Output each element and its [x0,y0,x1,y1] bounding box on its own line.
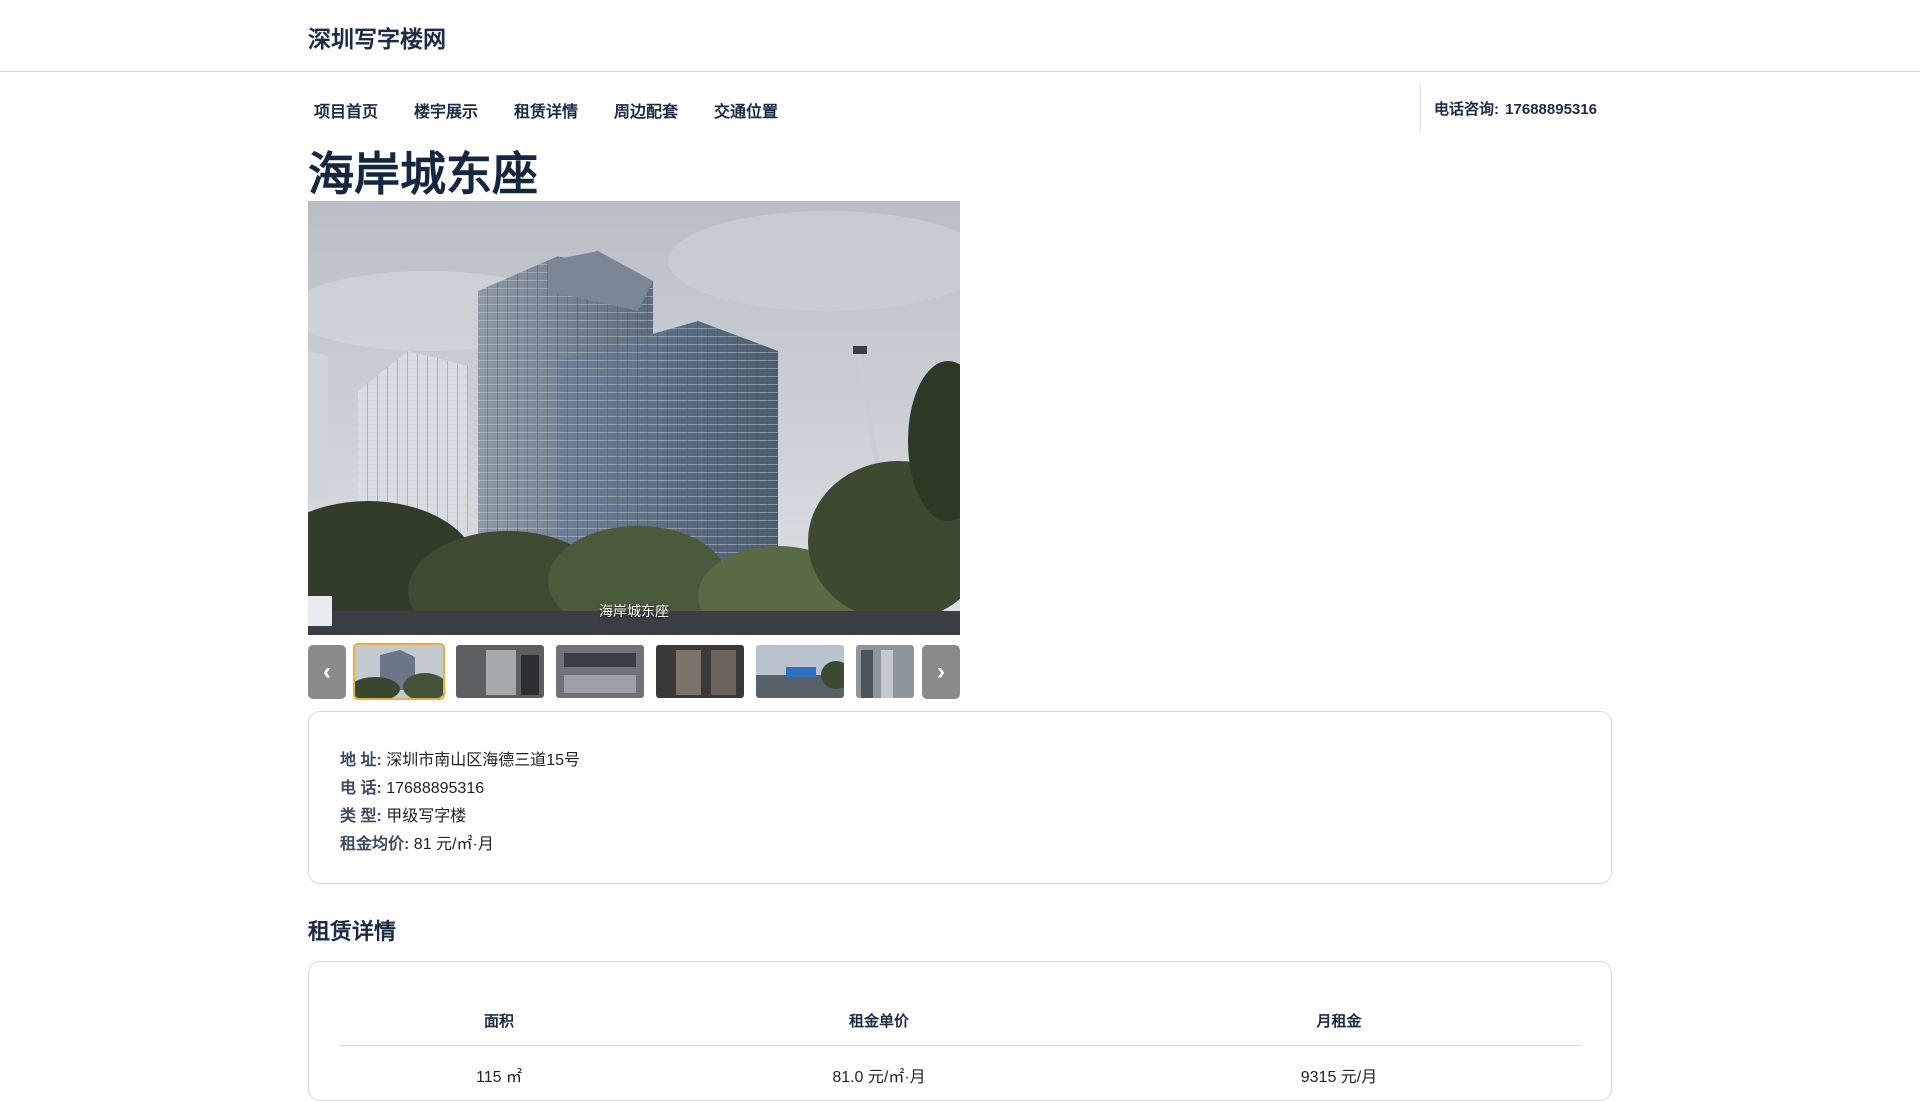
nav-divider [1420,84,1421,132]
rental-section-title: 租赁详情 [308,919,397,944]
main-photo[interactable]: 海岸城东座 [308,201,960,635]
info-address-value: 深圳市南山区海德三道15号 [386,752,581,769]
info-phone-label: 电 话: [340,780,382,797]
site-logo-text[interactable]: 深圳写字楼网 [308,20,446,54]
info-address-label: 地 址: [340,752,382,769]
thumbnail-item[interactable] [556,645,644,698]
table-divider [340,1045,1582,1046]
phone-consult[interactable]: 电话咨询: 17688895316 [1434,98,1597,119]
thumbnail-image [556,645,644,698]
thumbnail-strip: ‹ › [308,643,960,700]
top-header: 深圳写字楼网 [0,0,1920,72]
thumbnail-item[interactable] [353,643,445,700]
nav-item-building-showcase[interactable]: 楼宇展示 [414,98,478,122]
nav-item-transport[interactable]: 交通位置 [714,98,778,122]
info-address: 地 址: 深圳市南山区海德三道15号 [340,746,580,770]
info-type-value: 甲级写字楼 [386,808,467,825]
thumbnail-image [456,645,544,698]
info-rent-value: 81 元/㎡·月 [413,836,494,853]
info-rent: 租金均价: 81 元/㎡·月 [340,830,494,854]
nav-item-surroundings[interactable]: 周边配套 [614,98,678,122]
table-header-monthly-rent: 月租金 [1316,1013,1362,1030]
page-title: 海岸城东座 [308,148,538,200]
building-photo [308,201,960,635]
nav-item-home[interactable]: 项目首页 [314,98,378,122]
photo-caption: 海岸城东座 [599,603,669,619]
thumbnail-image [756,645,844,698]
table-cell-monthly-rent: 9315 元/月 [1300,1069,1378,1086]
thumbnail-image [355,645,443,698]
phone-consult-number[interactable]: 17688895316 [1505,101,1597,118]
table-header-area: 面积 [483,1013,514,1030]
nav-item-rental-details[interactable]: 租赁详情 [514,98,578,122]
rental-table: 面积 租金单价 月租金 115 ㎡ 81.0 元/㎡·月 9315 元/月 [308,961,1612,1101]
info-phone: 电 话: 17688895316 [340,774,484,798]
info-phone-value[interactable]: 17688895316 [386,780,484,797]
table-cell-area: 115 ㎡ [476,1069,522,1086]
table-cell-unit-price: 81.0 元/㎡·月 [832,1069,926,1086]
info-rent-label: 租金均价: [340,836,410,853]
thumbnail-item[interactable] [756,645,844,698]
phone-consult-label: 电话咨询: [1434,101,1499,118]
thumbnail-item[interactable] [656,645,744,698]
prev-arrow-icon[interactable]: ‹ [308,645,346,699]
thumbnail-image [856,645,914,698]
info-type: 类 型: 甲级写字楼 [340,802,466,826]
main-nav: 项目首页 楼宇展示 租赁详情 周边配套 交通位置 电话咨询: 176888953… [308,84,1612,132]
table-header-unit-price: 租金单价 [848,1013,909,1030]
thumbnail-item[interactable] [456,645,544,698]
building-info-card: 地 址: 深圳市南山区海德三道15号 电 话: 17688895316 类 型:… [308,711,1612,884]
thumbnail-image [656,645,744,698]
info-type-label: 类 型: [340,808,382,825]
next-arrow-icon[interactable]: › [922,645,960,699]
thumbnail-item[interactable] [856,645,914,698]
